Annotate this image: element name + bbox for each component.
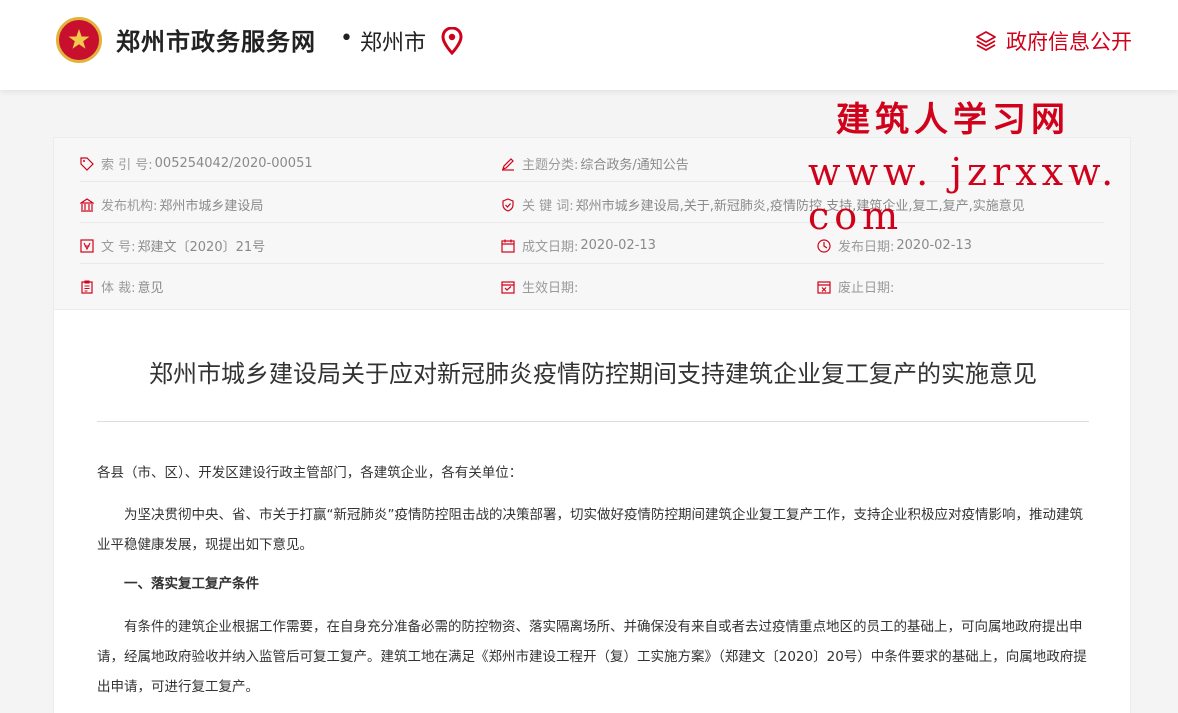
meta-effective-label: 生效日期: <box>522 281 579 296</box>
section-heading: 一、落实复工复产条件 <box>124 576 259 592</box>
meta-topic: 主题分类: 综合政务/通知公告 <box>501 154 689 173</box>
meta-publish-label: 发布日期: <box>838 240 895 255</box>
meta-genre: 体 裁: 意见 <box>80 277 164 296</box>
paragraph-body: 有条件的建筑企业根据工作需要，在自身充分准备必需的防控物资、落实隔离场所、并确保… <box>97 619 1087 695</box>
meta-docno: 文 号: 郑建文〔2020〕21号 <box>80 236 265 255</box>
shield-check-icon <box>502 197 514 212</box>
meta-effective-date: 生效日期: <box>501 277 580 296</box>
document-content: 郑州市城乡建设局关于应对新冠肺炎疫情防控期间支持建筑企业复工复产的实施意见 各县… <box>53 310 1131 713</box>
meta-org-label: 发布机构: <box>101 199 158 214</box>
gov-info-public-label: 政府信息公开 <box>1006 30 1132 54</box>
calendar-check-icon <box>501 280 515 294</box>
meta-docno-value: 郑建文〔2020〕21号 <box>137 240 266 255</box>
title-divider <box>97 421 1089 422</box>
document-title: 郑州市城乡建设局关于应对新冠肺炎疫情防控期间支持建筑企业复工复产的实施意见 <box>149 360 1037 388</box>
meta-divider <box>80 263 1104 264</box>
meta-topic-label: 主题分类: <box>522 158 579 173</box>
tag-icon <box>80 156 94 171</box>
meta-index-value: 005254042/2020-00051 <box>154 156 313 171</box>
meta-publish-value: 2020-02-13 <box>896 238 972 253</box>
meta-keywords-label: 关 键 词: <box>522 199 574 214</box>
meta-docno-label: 文 号: <box>101 240 136 255</box>
city-selector[interactable]: 郑州市 <box>360 25 426 57</box>
clipboard-icon <box>81 279 93 294</box>
meta-publish-date: 发布日期: 2020-02-13 <box>817 236 972 255</box>
calendar-icon <box>501 239 515 253</box>
layers-icon <box>976 31 996 51</box>
salutation: 各县（市、区）、开发区建设行政主管部门，各建筑企业，各有关单位： <box>97 465 523 481</box>
meta-genre-label: 体 裁: <box>101 281 136 296</box>
meta-index-label: 索 引 号: <box>101 158 153 173</box>
title-separator: • <box>340 26 353 51</box>
location-pin-icon[interactable] <box>441 27 463 55</box>
national-emblem-logo[interactable] <box>56 17 102 63</box>
edit-icon <box>502 157 514 171</box>
meta-expire-date: 废止日期: <box>817 277 896 296</box>
meta-topic-value: 综合政务/通知公告 <box>580 158 689 173</box>
clock-icon <box>817 238 831 253</box>
meta-index: 索 引 号: 005254042/2020-00051 <box>80 154 313 173</box>
site-title[interactable]: 郑州市政务服务网 <box>116 22 316 57</box>
meta-written-label: 成文日期: <box>522 240 579 255</box>
paragraph-intro: 为坚决贯彻中央、省、市关于打赢“新冠肺炎”疫情防控阻击战的决策部署，切实做好疫情… <box>97 507 1083 553</box>
watermark-title: 建筑人学习网 <box>836 100 1070 140</box>
building-icon <box>80 197 94 212</box>
watermark-url: www. jzrxxw. com <box>808 150 1119 238</box>
site-header: 郑州市政务服务网 • 郑州市 政府信息公开 <box>0 0 1178 90</box>
meta-expire-label: 废止日期: <box>838 281 895 296</box>
document-text-icon <box>80 238 94 253</box>
meta-org-value: 郑州市城乡建设局 <box>159 199 264 214</box>
meta-written-value: 2020-02-13 <box>580 238 656 253</box>
calendar-x-icon <box>817 280 831 294</box>
meta-org: 发布机构: 郑州市城乡建设局 <box>80 195 263 214</box>
meta-genre-value: 意见 <box>137 281 164 296</box>
gov-info-public-link[interactable]: 政府信息公开 <box>974 26 1132 56</box>
emblem-star-icon <box>68 29 90 49</box>
meta-written-date: 成文日期: 2020-02-13 <box>501 236 656 255</box>
